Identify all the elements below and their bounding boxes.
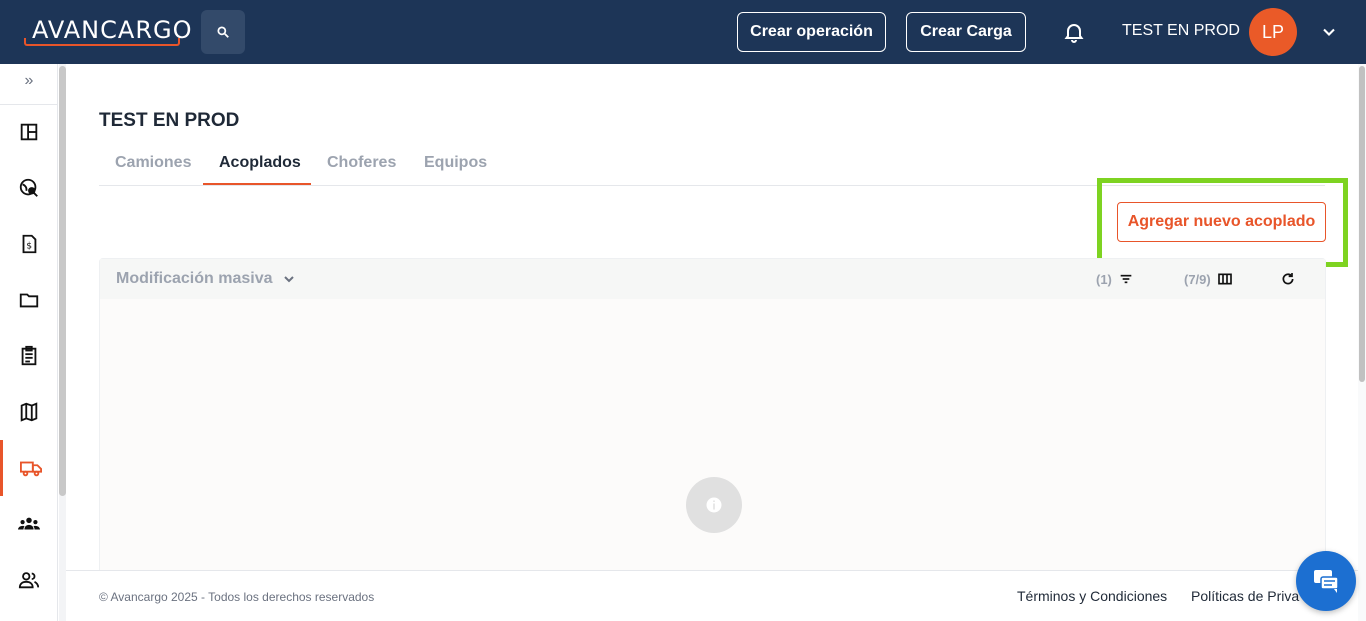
- search-icon: [217, 26, 229, 38]
- page-title: TEST EN PROD: [99, 110, 240, 131]
- chevron-down-icon[interactable]: [1318, 22, 1340, 42]
- users-icon: [18, 572, 40, 589]
- avatar[interactable]: LP: [1249, 8, 1297, 56]
- create-load-button[interactable]: Crear Carga: [906, 12, 1026, 52]
- trailers-table: Modificación masiva (1) (7/9): [99, 258, 1326, 578]
- active-tab-indicator: [203, 183, 311, 185]
- terms-link[interactable]: Términos y Condiciones: [1017, 588, 1167, 604]
- add-trailer-button[interactable]: Agregar nuevo acoplado: [1117, 202, 1326, 242]
- sidebar-item-groups[interactable]: [0, 496, 58, 552]
- sidebar-item-documents[interactable]: [0, 272, 58, 328]
- table-toolbar: Modificación masiva (1) (7/9): [100, 259, 1325, 299]
- sidebar-item-users[interactable]: [0, 552, 58, 608]
- refresh-button[interactable]: [1280, 271, 1296, 287]
- chat-icon: [1314, 570, 1339, 593]
- sidebar-item-dashboard[interactable]: [0, 104, 58, 160]
- info-icon: [706, 497, 722, 513]
- sidebar-scrollbar-thumb[interactable]: [59, 66, 66, 496]
- logo-underline: [24, 38, 180, 46]
- tab-acoplados[interactable]: Acoplados: [219, 154, 301, 172]
- search-button[interactable]: [201, 10, 245, 54]
- filter-button[interactable]: (1): [1096, 271, 1134, 287]
- sidebar-item-tracking[interactable]: [0, 160, 58, 216]
- chevron-down-icon: [283, 276, 294, 283]
- expand-sidebar-icon[interactable]: »: [18, 72, 40, 94]
- chat-button[interactable]: [1296, 551, 1356, 611]
- bulk-edit-label: Modificación masiva: [116, 270, 273, 287]
- clipboard-icon: [21, 345, 37, 366]
- globe-search-icon: [19, 178, 38, 197]
- create-operation-button[interactable]: Crear operación: [737, 12, 886, 52]
- footer: © Avancargo 2025 - Todos los derechos re…: [66, 570, 1358, 621]
- invoice-icon: $: [22, 234, 37, 254]
- columns-count: (7/9): [1184, 271, 1211, 287]
- sidebar: » $: [0, 64, 58, 621]
- filter-icon: [1120, 274, 1132, 284]
- refresh-icon: [1282, 273, 1294, 285]
- svg-text:$: $: [26, 241, 32, 252]
- columns-button[interactable]: (7/9): [1184, 271, 1233, 287]
- top-bar: AVANCARGO Crear operación Crear Carga TE…: [0, 0, 1366, 64]
- username[interactable]: TEST EN PROD: [1122, 22, 1240, 40]
- folder-icon: [19, 293, 39, 308]
- sidebar-item-fleet[interactable]: [0, 440, 58, 496]
- tab-equipos[interactable]: Equipos: [424, 154, 487, 172]
- map-icon: [20, 402, 38, 422]
- sidebar-item-map[interactable]: [0, 384, 58, 440]
- main-scrollbar-thumb[interactable]: [1359, 66, 1365, 382]
- bell-icon[interactable]: [1062, 20, 1086, 44]
- bulk-edit-dropdown[interactable]: Modificación masiva: [116, 270, 297, 288]
- sidebar-item-invoices[interactable]: $: [0, 216, 58, 272]
- avancargo-logo[interactable]: AVANCARGO: [24, 12, 191, 46]
- dashboard-icon: [20, 123, 38, 141]
- privacy-link[interactable]: Políticas de Priva: [1191, 588, 1299, 604]
- filter-count: (1): [1096, 271, 1112, 287]
- columns-icon: [1217, 273, 1232, 285]
- tab-camiones[interactable]: Camiones: [115, 154, 191, 172]
- sidebar-item-orders[interactable]: [0, 328, 58, 384]
- truck-icon: [19, 461, 42, 477]
- tab-choferes[interactable]: Choferes: [327, 154, 396, 172]
- empty-state-info: [686, 477, 742, 533]
- copyright: © Avancargo 2025 - Todos los derechos re…: [99, 590, 375, 604]
- group-icon: [18, 517, 40, 530]
